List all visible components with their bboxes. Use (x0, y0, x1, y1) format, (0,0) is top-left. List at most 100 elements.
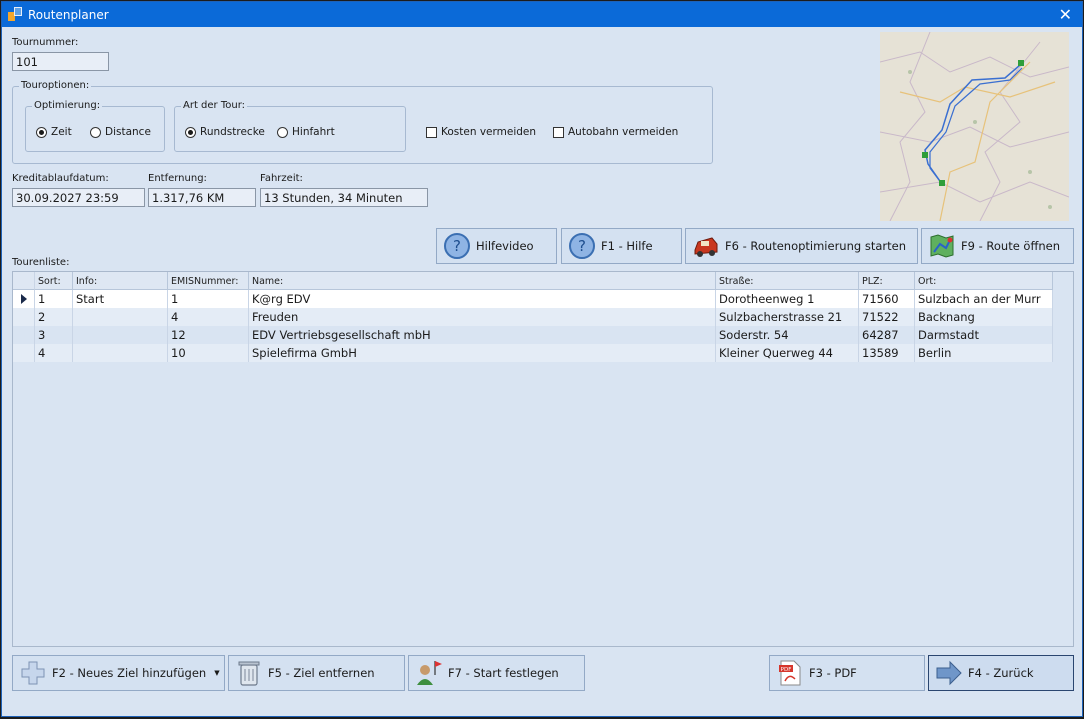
table-row[interactable]: 4 10 Spielefirma GmbH Kleiner Querweg 44… (13, 344, 1053, 362)
radio-distance-indicator[interactable] (90, 126, 101, 138)
cell-sort[interactable]: 3 (35, 326, 73, 344)
avoid-highway-box[interactable] (553, 126, 564, 138)
back-button[interactable]: F4 - Zurück (928, 655, 1074, 691)
pdf-label: F3 - PDF (809, 666, 857, 680)
close-icon[interactable]: ✕ (1059, 5, 1072, 24)
avoid-highway-checkbox[interactable]: Autobahn vermeiden (553, 126, 678, 138)
add-destination-label: F2 - Neues Ziel hinzufügen (52, 666, 207, 680)
table-row[interactable]: 2 4 Freuden Sulzbacherstrasse 21 71522 B… (13, 308, 1053, 326)
distance-label: Entfernung: (148, 173, 207, 184)
optimization-title: Optimierung: (32, 100, 103, 111)
duration-field[interactable]: 13 Stunden, 34 Minuten (260, 188, 428, 207)
column-header-street[interactable]: Straße: (716, 272, 859, 290)
window-title: Routenplaner (28, 8, 109, 22)
svg-text:PDF: PDF (781, 667, 792, 673)
tour-list-grid[interactable]: Sort: Info: EMISNummer: Name: Straße: PL… (12, 271, 1074, 647)
help-label: F1 - Hilfe (601, 239, 653, 253)
radio-hinfahrt-indicator[interactable] (277, 126, 288, 138)
avoid-costs-box[interactable] (426, 126, 437, 138)
cell-sort[interactable]: 4 (35, 344, 73, 362)
cell-plz[interactable]: 71522 (859, 308, 915, 326)
remove-destination-button[interactable]: F5 - Ziel entfernen (228, 655, 405, 691)
radio-distance-label: Distance (105, 126, 151, 138)
column-header-name[interactable]: Name: (249, 272, 716, 290)
pdf-button[interactable]: PDF F3 - PDF (769, 655, 925, 691)
svg-text:?: ? (453, 237, 461, 255)
radio-rundstrecke-indicator[interactable] (185, 126, 196, 138)
distance-field[interactable]: 1.317,76 KM (148, 188, 256, 207)
radio-distance[interactable]: Distance (90, 126, 151, 138)
column-header-info[interactable]: Info: (73, 272, 168, 290)
add-destination-button[interactable]: F2 - Neues Ziel hinzufügen ▼ (12, 655, 225, 691)
route-optimize-button[interactable]: F6 - Routenoptimierung starten (685, 228, 918, 264)
set-start-button[interactable]: F7 - Start festlegen (408, 655, 585, 691)
current-row-arrow-icon (21, 294, 27, 304)
cell-sort[interactable]: 2 (35, 308, 73, 326)
row-selector[interactable] (13, 344, 35, 362)
cell-info[interactable] (73, 344, 168, 362)
radio-zeit-label: Zeit (51, 126, 72, 138)
column-header-city[interactable]: Ort: (915, 272, 1053, 290)
cell-city[interactable]: Berlin (915, 344, 1053, 362)
cell-plz[interactable]: 13589 (859, 344, 915, 362)
table-row[interactable]: 1 Start 1 K@rg EDV Dorotheenweg 1 71560 … (13, 290, 1053, 308)
routenplaner-window: Routenplaner ✕ Tournummer: 101 Touroptio… (1, 1, 1083, 717)
radio-rundstrecke[interactable]: Rundstrecke (185, 126, 265, 138)
set-start-label: F7 - Start festlegen (448, 666, 559, 680)
column-header-sort[interactable]: Sort: (35, 272, 73, 290)
svg-text:?: ? (578, 237, 586, 255)
radio-hinfahrt[interactable]: Hinfahrt (277, 126, 335, 138)
cell-name[interactable]: Freuden (249, 308, 716, 326)
tour-number-label: Tournummer: (12, 37, 79, 48)
cell-info[interactable] (73, 308, 168, 326)
cell-name[interactable]: Spielefirma GmbH (249, 344, 716, 362)
question-icon: ? (444, 233, 470, 259)
radio-rundstrecke-label: Rundstrecke (200, 126, 265, 138)
cell-street[interactable]: Soderstr. 54 (716, 326, 859, 344)
row-selector[interactable] (13, 290, 35, 308)
help-button[interactable]: ? F1 - Hilfe (561, 228, 682, 264)
open-route-label: F9 - Route öffnen (961, 239, 1061, 253)
cell-plz[interactable]: 71560 (859, 290, 915, 308)
cell-info[interactable]: Start (73, 290, 168, 308)
cell-plz[interactable]: 64287 (859, 326, 915, 344)
user-flag-icon (417, 661, 442, 685)
open-route-button[interactable]: F9 - Route öffnen (921, 228, 1074, 264)
row-selector[interactable] (13, 308, 35, 326)
table-row[interactable]: 3 12 EDV Vertriebsgesellschaft mbH Soder… (13, 326, 1053, 344)
column-header-emis[interactable]: EMISNummer: (168, 272, 249, 290)
title-bar[interactable]: Routenplaner ✕ (2, 2, 1082, 27)
cell-street[interactable]: Kleiner Querweg 44 (716, 344, 859, 362)
cell-emis[interactable]: 1 (168, 290, 249, 308)
credit-field[interactable]: 30.09.2027 23:59 (12, 188, 145, 207)
chevron-down-icon[interactable]: ▼ (210, 656, 224, 690)
route-optimize-label: F6 - Routenoptimierung starten (725, 239, 906, 253)
cell-name[interactable]: K@rg EDV (249, 290, 716, 308)
tour-list-header: Sort: Info: EMISNummer: Name: Straße: PL… (13, 272, 1053, 290)
cell-name[interactable]: EDV Vertriebsgesellschaft mbH (249, 326, 716, 344)
help-video-button[interactable]: ? Hilfevideo (436, 228, 557, 264)
arrow-right-icon (936, 660, 962, 686)
trash-icon (238, 661, 260, 686)
cell-city[interactable]: Sulzbach an der Murr (915, 290, 1053, 308)
cell-emis[interactable]: 12 (168, 326, 249, 344)
tour-number-field[interactable]: 101 (12, 52, 109, 71)
cell-info[interactable] (73, 326, 168, 344)
cell-city[interactable]: Backnang (915, 308, 1053, 326)
row-selector[interactable] (13, 326, 35, 344)
tour-type-title: Art der Tour: (181, 100, 248, 111)
pdf-icon: PDF (779, 660, 801, 686)
column-header-plz[interactable]: PLZ: (859, 272, 915, 290)
cell-street[interactable]: Dorotheenweg 1 (716, 290, 859, 308)
route-map[interactable] (880, 32, 1069, 221)
cell-sort[interactable]: 1 (35, 290, 73, 308)
cell-city[interactable]: Darmstadt (915, 326, 1053, 344)
tour-type-group: Art der Tour: Rundstrecke Hinfahrt (174, 100, 406, 152)
cell-street[interactable]: Sulzbacherstrasse 21 (716, 308, 859, 326)
cell-emis[interactable]: 4 (168, 308, 249, 326)
avoid-costs-checkbox[interactable]: Kosten vermeiden (426, 126, 536, 138)
optimization-group: Optimierung: Zeit Distance (25, 100, 165, 152)
radio-zeit-indicator[interactable] (36, 126, 47, 138)
cell-emis[interactable]: 10 (168, 344, 249, 362)
radio-zeit[interactable]: Zeit (36, 126, 72, 138)
